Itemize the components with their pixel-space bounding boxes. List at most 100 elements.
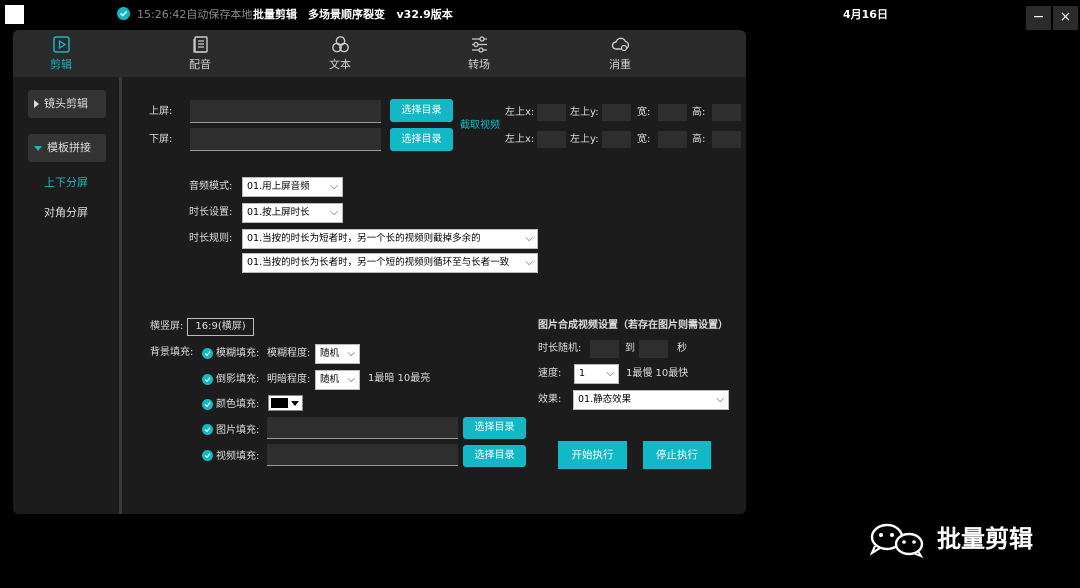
speed-label: 速度: <box>538 368 562 379</box>
bottom-width-label: 宽: <box>637 134 651 145</box>
tab-transition[interactable]: 转场 <box>444 30 514 77</box>
check-icon <box>204 402 211 408</box>
random-duration-label: 时长随机: <box>538 343 582 354</box>
sidebar-item-split-updown[interactable]: 上下分屏 <box>13 176 119 190</box>
check-icon <box>204 351 211 357</box>
sidebar-item-split-diagonal[interactable]: 对角分屏 <box>13 206 119 220</box>
bottom-left-x-label: 左上x: <box>505 134 535 145</box>
check-icon <box>204 427 211 433</box>
color-fill-label: 颜色填充: <box>216 399 260 410</box>
autosave-status: 15:26:42自动保存本地 <box>137 8 253 21</box>
bottom-height-label: 高: <box>692 134 706 145</box>
top-choose-dir-button[interactable]: 选择目录 <box>390 99 453 122</box>
tab-dedup[interactable]: 消重 <box>585 30 655 77</box>
speed-value: 1 <box>579 368 586 379</box>
video-fill-input[interactable] <box>267 444 458 466</box>
bottom-screen-input[interactable] <box>190 128 381 151</box>
orientation-value[interactable]: 16:9(横屏) <box>187 318 254 336</box>
seconds-label: 秒 <box>677 343 687 354</box>
effect-value: 01.静态效果 <box>578 394 632 405</box>
video-choose-dir-button[interactable]: 选择目录 <box>463 445 526 467</box>
speed-select[interactable]: 1 ⌵ <box>574 364 619 384</box>
image-choose-dir-button[interactable]: 选择目录 <box>463 417 526 439</box>
top-screen-label: 上屏: <box>149 106 173 117</box>
image-fill-label: 图片填充: <box>216 425 260 436</box>
crop-video-link[interactable]: 截取视频 <box>460 120 500 132</box>
chevron-down-icon <box>291 401 299 406</box>
cloud-icon <box>611 37 630 52</box>
duration-min-input[interactable] <box>590 340 619 358</box>
check-icon <box>117 7 130 20</box>
duration-rule-select-2[interactable]: 01.当按的时长为长者时，另一个短的视频则循环至与长者一致 ⌵ <box>242 253 538 273</box>
tab-dubbing[interactable]: 配音 <box>165 30 235 77</box>
audio-mode-select[interactable]: 01.用上屏音频 ⌵ <box>242 177 343 197</box>
triangle-right-icon <box>34 100 39 108</box>
color-swatch <box>271 398 288 408</box>
top-height-input[interactable] <box>712 104 741 121</box>
triangle-down-icon <box>34 145 42 151</box>
bottom-choose-dir-button[interactable]: 选择目录 <box>390 128 453 151</box>
brightness-value: 随机 <box>320 374 340 385</box>
minimize-button[interactable]: − <box>1026 6 1051 30</box>
check-icon <box>204 377 211 383</box>
bottom-width-input[interactable] <box>658 131 687 148</box>
blur-degree-select[interactable]: 随机 ⌵ <box>315 344 360 364</box>
tab-edit[interactable]: 剪辑 <box>26 30 96 77</box>
to-label: 到 <box>625 343 635 354</box>
app-name: 批量剪辑 <box>253 8 297 21</box>
watermark-text: 批量剪辑 <box>937 525 1033 553</box>
image-fill-input[interactable] <box>267 417 458 439</box>
sidebar-item-template-splice[interactable]: 模板拼接 <box>28 134 106 162</box>
brightness-label: 明暗程度: <box>267 374 311 385</box>
brightness-hint: 1最暗 10最亮 <box>368 373 431 384</box>
top-left-x-label: 左上x: <box>505 107 535 118</box>
image-video-title: 图片合成视频设置（若存在图片则需设置） <box>538 320 728 331</box>
tab-bar: 剪辑 配音 文本 转场 消重 <box>13 30 746 77</box>
duration-setting-select[interactable]: 01.按上屏时长 ⌵ <box>242 203 343 223</box>
stop-button[interactable]: 停止执行 <box>643 441 711 469</box>
duration-rule-select-1[interactable]: 01.当按的时长为短者时，另一个长的视频则截掉多余的 ⌵ <box>242 229 538 249</box>
video-fill-label: 视频填充: <box>216 451 260 462</box>
video-fill-checkbox[interactable] <box>202 450 213 461</box>
chevron-down-icon: ⌵ <box>525 257 533 268</box>
bottom-screen-label: 下屏: <box>149 134 173 145</box>
top-left-y-input[interactable] <box>602 104 631 121</box>
close-button[interactable]: × <box>1053 6 1078 30</box>
blur-fill-label: 模糊填充: <box>216 348 260 359</box>
tab-label: 消重 <box>609 58 631 71</box>
main-window: 剪辑 配音 文本 转场 消重 镜头剪辑 模板拼接 上下分屏 对角分屏 上屏: 选… <box>13 30 746 514</box>
blur-fill-checkbox[interactable] <box>202 348 213 359</box>
duration-max-input[interactable] <box>639 340 668 358</box>
orientation-label: 横竖屏: <box>150 321 184 332</box>
image-fill-checkbox[interactable] <box>202 424 213 435</box>
start-button[interactable]: 开始执行 <box>558 441 627 469</box>
chevron-down-icon: ⌵ <box>716 394 724 405</box>
top-left-y-label: 左上y: <box>570 107 599 118</box>
effect-select[interactable]: 01.静态效果 ⌵ <box>573 390 729 410</box>
chevron-down-icon: ⌵ <box>606 368 614 379</box>
bottom-left-y-input[interactable] <box>602 131 631 148</box>
blur-degree-value: 随机 <box>320 348 340 359</box>
bottom-left-x-input[interactable] <box>537 131 566 148</box>
reflect-fill-checkbox[interactable] <box>202 374 213 385</box>
chevron-down-icon: ⌵ <box>347 374 355 385</box>
background-fill-label: 背景填充: <box>150 347 194 358</box>
color-picker[interactable] <box>268 395 303 411</box>
top-left-x-input[interactable] <box>537 104 566 121</box>
audio-mode-label: 音频模式: <box>189 181 233 192</box>
speed-hint: 1最慢 10最快 <box>626 368 689 379</box>
color-fill-checkbox[interactable] <box>202 399 213 410</box>
tab-label: 转场 <box>468 58 490 71</box>
tab-label: 配音 <box>189 58 211 71</box>
blur-degree-label: 模糊程度: <box>267 348 311 359</box>
duration-rule-label: 时长规则: <box>189 233 233 244</box>
sidebar-item-shot-edit[interactable]: 镜头剪辑 <box>28 90 106 118</box>
top-screen-input[interactable] <box>190 100 381 123</box>
sidebar: 镜头剪辑 模板拼接 上下分屏 对角分屏 <box>13 77 119 514</box>
brightness-select[interactable]: 随机 ⌵ <box>315 370 360 390</box>
tab-text[interactable]: 文本 <box>305 30 375 77</box>
duration-setting-label: 时长设置: <box>189 207 233 218</box>
top-width-input[interactable] <box>658 104 687 121</box>
bottom-height-input[interactable] <box>712 131 741 148</box>
sidebar-divider <box>119 77 122 514</box>
